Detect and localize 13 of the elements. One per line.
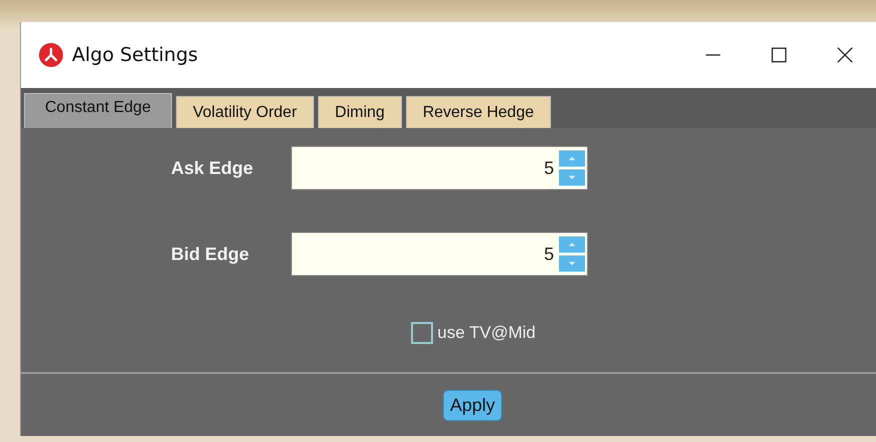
field-label: Bid Edge [170, 244, 250, 264]
apply-button[interactable]: Apply [442, 390, 502, 420]
tab[interactable]: Diming [318, 96, 402, 128]
window-title: Algo Settings [72, 44, 198, 66]
field-label: Ask Edge [170, 158, 254, 178]
tab[interactable]: Reverse Hedge [406, 96, 551, 128]
close-icon[interactable] [836, 46, 854, 64]
tab[interactable]: Volatility Order [176, 96, 314, 128]
tab[interactable]: Constant Edge [24, 93, 172, 128]
checkbox-label[interactable]: use TV@Mid [437, 323, 536, 343]
app-logo-icon [39, 43, 63, 67]
maximize-icon[interactable] [770, 46, 788, 64]
checkbox[interactable] [411, 322, 434, 344]
